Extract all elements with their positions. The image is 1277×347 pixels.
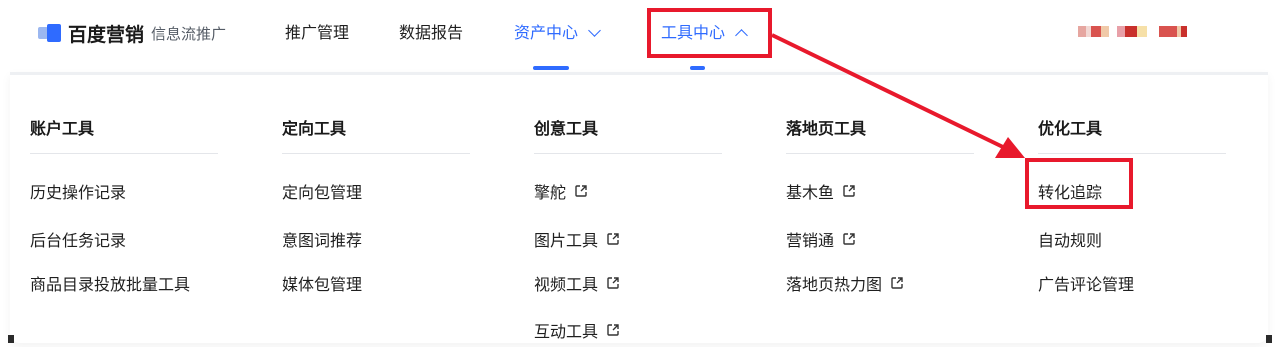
- screen: 百度营销 信息流推广 推广管理 数据报告 资产中心 工具中心 账户工具 历史操作…: [0, 0, 1277, 347]
- menu-item-qingduo[interactable]: 擎舵: [534, 179, 588, 203]
- menu-item-label: 互动工具: [534, 322, 599, 341]
- logo[interactable]: 百度营销 信息流推广: [38, 20, 226, 46]
- menu-item-label: 意图词推荐: [282, 231, 363, 250]
- column-title: 定向工具: [282, 119, 347, 138]
- column-title: 优化工具: [1038, 119, 1103, 138]
- menu-item-label: 落地页热力图: [786, 275, 883, 294]
- menu-item-label: 营销通: [786, 231, 835, 250]
- menu-item-label: 媒体包管理: [282, 275, 363, 294]
- menu-item-label: 广告评论管理: [1038, 275, 1135, 294]
- product-name: 信息流推广: [151, 24, 227, 43]
- highlight-box-tool-center: [647, 8, 772, 58]
- column-divider: [282, 153, 470, 154]
- panel-corner-mark: [1266, 335, 1272, 343]
- menu-item-label: 基木鱼: [786, 183, 835, 202]
- menu-item-intent-words[interactable]: 意图词推荐: [282, 227, 362, 251]
- brand-name: 百度营销: [68, 23, 145, 46]
- menu-item-background-tasks[interactable]: 后台任务记录: [30, 227, 126, 251]
- column-divider: [30, 153, 218, 154]
- highlight-box-conversion-tracking: [1025, 158, 1133, 209]
- menu-item-auto-rules[interactable]: 自动规则: [1038, 227, 1102, 251]
- menu-item-interactive-tool[interactable]: 互动工具: [534, 318, 620, 342]
- menu-item-label: 视频工具: [534, 275, 599, 294]
- menu-item-catalog-batch-tool[interactable]: 商品目录投放批量工具: [30, 271, 190, 295]
- menu-item-history-log[interactable]: 历史操作记录: [30, 179, 126, 203]
- hover-tab-indicator: [690, 66, 705, 70]
- column-divider: [1038, 153, 1226, 154]
- chevron-down-icon: [588, 24, 601, 37]
- menu-item-landing-heatmap[interactable]: 落地页热力图: [786, 271, 904, 295]
- panel-corner-mark: [8, 335, 14, 343]
- external-link-icon: [574, 184, 588, 198]
- external-link-icon: [890, 276, 904, 290]
- menu-item-ad-comment-management[interactable]: 广告评论管理: [1038, 271, 1134, 295]
- nav-label: 资产中心: [514, 23, 579, 42]
- baidu-logo-icon: [38, 24, 62, 42]
- menu-item-label: 自动规则: [1038, 231, 1103, 250]
- menu-item-label: 后台任务记录: [30, 231, 127, 250]
- external-link-icon: [606, 232, 620, 246]
- column-title: 创意工具: [534, 119, 599, 138]
- menu-item-image-tool[interactable]: 图片工具: [534, 227, 620, 251]
- menu-item-media-package[interactable]: 媒体包管理: [282, 271, 362, 295]
- menu-item-yingxiaotong[interactable]: 营销通: [786, 227, 856, 251]
- user-account-blurred[interactable]: [1078, 26, 1187, 37]
- column-title: 落地页工具: [786, 119, 867, 138]
- nav-label: 数据报告: [399, 23, 464, 42]
- menu-item-label: 定向包管理: [282, 183, 363, 202]
- menu-item-video-tool[interactable]: 视频工具: [534, 271, 620, 295]
- column-divider: [786, 153, 974, 154]
- nav-asset-center[interactable]: 资产中心: [514, 20, 601, 46]
- nav-data-report[interactable]: 数据报告: [399, 20, 463, 46]
- menu-item-label: 商品目录投放批量工具: [30, 275, 191, 294]
- active-tab-indicator: [533, 66, 569, 70]
- menu-item-label: 擎舵: [534, 183, 567, 202]
- menu-item-label: 历史操作记录: [30, 183, 127, 202]
- external-link-icon: [842, 184, 856, 198]
- top-navigation-bar: 百度营销 信息流推广 推广管理 数据报告 资产中心 工具中心: [0, 0, 1277, 70]
- menu-item-label: 图片工具: [534, 231, 599, 250]
- external-link-icon: [606, 323, 620, 337]
- menu-item-jimuyu[interactable]: 基木鱼: [786, 179, 856, 203]
- column-divider: [534, 153, 722, 154]
- nav-label: 推广管理: [285, 23, 350, 42]
- external-link-icon: [842, 232, 856, 246]
- nav-promotion-management[interactable]: 推广管理: [285, 20, 349, 46]
- column-title: 账户工具: [30, 119, 95, 138]
- external-link-icon: [606, 276, 620, 290]
- menu-item-targeting-package[interactable]: 定向包管理: [282, 179, 362, 203]
